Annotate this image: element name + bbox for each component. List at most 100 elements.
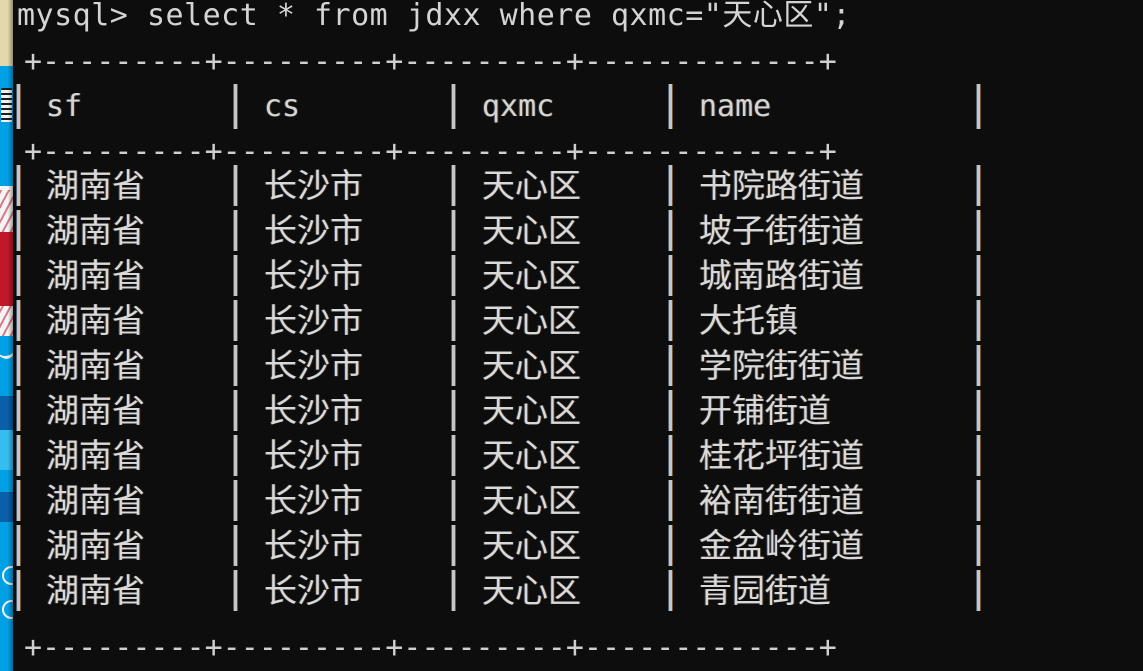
table-column-separator — [977, 165, 980, 206]
table-cell: 湖南省 — [46, 436, 145, 475]
table-column-separator — [669, 210, 672, 251]
table-cell: 长沙市 — [264, 571, 363, 610]
table-column-separator — [234, 390, 237, 431]
table-column-separator — [17, 570, 20, 611]
table-column-separator — [977, 255, 980, 296]
table-column-separator — [17, 300, 20, 341]
table-cell: 长沙市 — [264, 436, 363, 475]
table-column-separator — [17, 435, 20, 476]
table-column-separator — [17, 390, 20, 431]
table-cell: 天心区 — [482, 211, 581, 250]
table-column-separator — [977, 570, 980, 611]
table-cell: 金盆岭街道 — [699, 526, 864, 565]
result-table: sf cs qxmc name 湖南省 长沙市 天心区 书院路街道 湖南省 长沙市 天心区 坡子街街道… — [17, 84, 989, 636]
table-column-separator — [17, 480, 20, 521]
mysql-terminal[interactable]: mysql> select * from jdxx where qxmc="天心… — [13, 0, 1143, 671]
table-header-cell-cs: cs — [264, 89, 301, 124]
table-column-separator — [17, 84, 20, 129]
table-column-separator — [452, 390, 455, 431]
table-column-separator — [977, 525, 980, 566]
circle-icon — [2, 566, 13, 585]
background-band — [0, 492, 13, 522]
table-column-separator — [669, 390, 672, 431]
table-cell: 长沙市 — [264, 211, 363, 250]
table-column-separator — [234, 210, 237, 251]
table-cell: 坡子街街道 — [699, 211, 864, 250]
table-column-separator — [17, 525, 20, 566]
table-cell: 长沙市 — [264, 346, 363, 385]
table-column-separator — [669, 84, 672, 129]
table-column-separator — [234, 345, 237, 386]
table-column-separator — [17, 255, 20, 296]
table-cell: 城南路街道 — [699, 256, 864, 295]
table-column-separator — [234, 570, 237, 611]
table-cell: 长沙市 — [264, 481, 363, 520]
table-cell: 书院路街道 — [699, 166, 864, 205]
background-window-titlebar — [0, 0, 13, 66]
table-header-cell-qxmc: qxmc — [482, 89, 555, 124]
table-cell: 长沙市 — [264, 166, 363, 205]
table-column-separator — [669, 345, 672, 386]
table-cell: 天心区 — [482, 166, 581, 205]
table-column-separator — [234, 255, 237, 296]
table-cell: 长沙市 — [264, 256, 363, 295]
table-column-separator — [977, 435, 980, 476]
table-cell: 天心区 — [482, 256, 581, 295]
table-cell: 裕南街街道 — [699, 481, 864, 520]
table-rule-top: +---------+---------+---------+---------… — [24, 44, 837, 79]
table-cell: 湖南省 — [46, 526, 145, 565]
table-cell: 桂花坪街道 — [699, 436, 864, 475]
table-column-separator — [234, 480, 237, 521]
table-column-separator — [234, 300, 237, 341]
swoosh-icon — [0, 327, 13, 362]
table-column-separator — [452, 525, 455, 566]
table-column-separator — [452, 435, 455, 476]
table-cell: 天心区 — [482, 526, 581, 565]
table-column-separator — [669, 255, 672, 296]
table-cell: 天心区 — [482, 571, 581, 610]
table-column-separator — [669, 480, 672, 521]
table-cell: 湖南省 — [46, 166, 145, 205]
table-header-cell-sf: sf — [46, 89, 83, 124]
table-column-separator — [234, 165, 237, 206]
circle-icon — [2, 600, 13, 619]
table-cell: 湖南省 — [46, 346, 145, 385]
table-column-separator — [669, 570, 672, 611]
table-column-separator — [17, 210, 20, 251]
table-column-separator — [977, 345, 980, 386]
table-column-separator — [977, 210, 980, 251]
table-column-separator — [452, 165, 455, 206]
table-cell: 湖南省 — [46, 256, 145, 295]
table-cell: 长沙市 — [264, 301, 363, 340]
table-cell: 大托镇 — [699, 301, 798, 340]
background-window-edge[interactable] — [0, 0, 13, 671]
table-column-separator — [452, 210, 455, 251]
table-cell: 湖南省 — [46, 571, 145, 610]
table-cell: 青园街道 — [699, 571, 831, 610]
table-column-separator — [977, 84, 980, 129]
table-column-separator — [669, 435, 672, 476]
table-column-separator — [452, 84, 455, 129]
table-cell: 湖南省 — [46, 211, 145, 250]
table-cell: 湖南省 — [46, 481, 145, 520]
table-column-separator — [234, 84, 237, 129]
table-cell: 湖南省 — [46, 301, 145, 340]
table-cell: 天心区 — [482, 436, 581, 475]
query-text-value: 天心区 — [722, 0, 814, 33]
table-cell: 长沙市 — [264, 391, 363, 430]
table-column-separator — [17, 345, 20, 386]
table-column-separator — [977, 480, 980, 521]
table-column-separator — [669, 165, 672, 206]
table-column-separator — [234, 435, 237, 476]
table-column-separator — [452, 300, 455, 341]
table-column-separator — [669, 525, 672, 566]
table-cell: 天心区 — [482, 391, 581, 430]
background-band — [0, 430, 13, 470]
prompt-line: mysql> select * from jdxx where qxmc="天心… — [17, 0, 851, 38]
table-cell: 天心区 — [482, 346, 581, 385]
table-column-separator — [977, 390, 980, 431]
prompt-symbol: mysql> — [17, 0, 147, 33]
terminal-screen: mysql> select * from jdxx where qxmc="天心… — [0, 0, 1143, 671]
table-column-separator — [234, 525, 237, 566]
table-header-cell-name: name — [699, 89, 772, 124]
